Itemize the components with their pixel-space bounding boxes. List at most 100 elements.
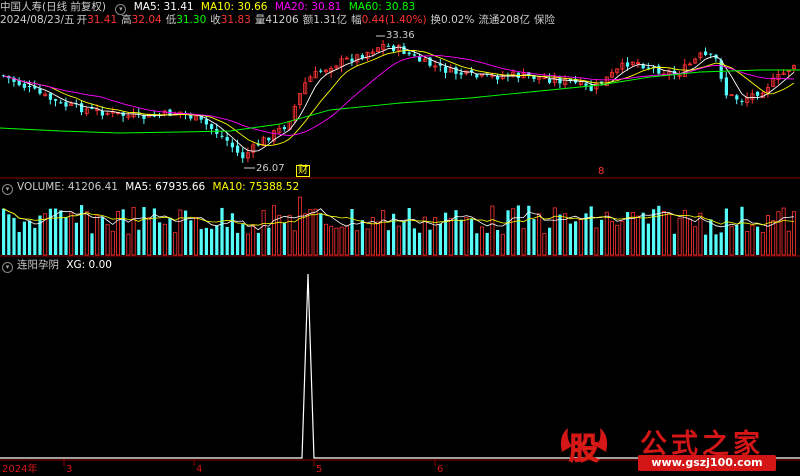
volume-bar <box>511 208 516 256</box>
volume-bar <box>313 208 318 256</box>
volume-bar <box>662 210 667 256</box>
volume-bar <box>297 196 302 256</box>
volume-bar <box>709 219 713 255</box>
xaxis-month-4: 4 <box>196 464 203 475</box>
volume-bar <box>7 214 11 255</box>
candle-body <box>100 110 104 116</box>
volume-bar <box>506 210 510 255</box>
candle-body <box>225 137 229 141</box>
xaxis-month-3: 3 <box>66 464 73 475</box>
volume-bar <box>225 226 229 255</box>
volume-bar <box>69 212 74 256</box>
volume-bar <box>693 226 698 256</box>
volume-bar <box>168 217 172 255</box>
candle-body <box>80 103 84 113</box>
volume-bar <box>490 205 495 256</box>
candle-body <box>59 102 63 104</box>
volume-bar <box>64 216 68 255</box>
volume-bar <box>199 229 203 255</box>
volume-bar <box>448 217 453 256</box>
candle-body <box>54 99 58 101</box>
volume-bar <box>147 217 152 256</box>
candle-body <box>282 126 286 130</box>
indicator-settings-icon[interactable]: ▾ <box>2 262 13 273</box>
candle-body <box>719 60 723 79</box>
volume-ma10: MA10: 75388.52 <box>212 181 300 193</box>
volume-bar <box>771 220 776 256</box>
volume-bar <box>464 216 469 256</box>
volume-bar <box>350 209 354 255</box>
watermark-url: www.gszj100.com <box>638 455 776 471</box>
volume-bar <box>131 207 136 256</box>
ma5-line <box>3 46 795 152</box>
volume-bar <box>500 233 505 256</box>
volume-bar <box>740 206 744 255</box>
volume-bar <box>22 221 26 255</box>
volume-bar <box>786 230 791 256</box>
event-marker[interactable]: 8 <box>598 165 604 178</box>
volume-bar <box>84 211 89 256</box>
volume-bar <box>558 214 562 255</box>
volume-bar <box>704 234 708 255</box>
volume-bar <box>714 234 718 255</box>
volume-bar <box>745 231 750 256</box>
candle-body <box>350 58 354 62</box>
volume-bar <box>470 219 474 255</box>
volume-bar <box>792 211 797 256</box>
finance-marker[interactable]: 财 <box>296 165 310 177</box>
kline-chart[interactable] <box>0 0 800 476</box>
high-price-mark: 33.36 <box>386 30 415 41</box>
volume-bar <box>292 230 297 256</box>
ma60-line <box>0 69 800 134</box>
volume-bar <box>548 227 552 255</box>
volume-bar <box>459 219 463 255</box>
volume-bar <box>344 225 349 256</box>
volume-bar <box>158 222 162 255</box>
indicator-xg: XG: 0.00 <box>66 259 112 271</box>
volume-bar <box>724 208 728 255</box>
volume-bar <box>365 228 370 256</box>
volume-bar <box>781 207 786 256</box>
volume-bar <box>271 205 276 256</box>
volume-bar <box>48 208 52 255</box>
candle-body <box>204 119 208 125</box>
candle-body <box>220 135 224 137</box>
candle-body <box>558 77 562 84</box>
ma10-line <box>3 49 795 147</box>
volume-bar <box>370 217 375 256</box>
volume-bar <box>308 209 313 256</box>
candle-body <box>724 77 728 96</box>
candle-body <box>459 72 463 75</box>
volume-bar <box>433 217 438 256</box>
volume-bar <box>215 225 219 255</box>
volume-bar <box>537 213 542 256</box>
watermark-logo: 股 <box>556 422 612 468</box>
candle-body <box>230 142 234 148</box>
volume-settings-icon[interactable]: ▾ <box>2 184 13 195</box>
volume-bar <box>277 214 282 256</box>
candle-body <box>236 145 240 153</box>
candle-body <box>28 85 32 87</box>
volume-bar <box>604 211 609 256</box>
volume-bar <box>418 232 422 255</box>
volume-bar <box>396 225 401 256</box>
candle-body <box>444 66 448 73</box>
volume-ma5: MA5: 67935.66 <box>125 181 206 193</box>
volume-bar <box>698 212 703 256</box>
volume-bar <box>677 217 682 256</box>
volume-bar <box>2 208 6 255</box>
volume-bar <box>230 213 234 255</box>
volume-bar <box>303 213 308 256</box>
volume-bar <box>162 223 167 256</box>
candle-body <box>548 78 552 83</box>
volume-bar <box>620 220 625 256</box>
xaxis-month-6: 6 <box>437 464 444 475</box>
volume-bar <box>646 223 650 255</box>
volume-bar <box>542 233 547 256</box>
candle-body <box>584 83 588 86</box>
volume-bar <box>667 212 672 256</box>
volume-bar <box>776 211 781 256</box>
volume-bar <box>116 211 121 256</box>
volume-bar <box>126 233 131 256</box>
candle-body <box>646 67 650 69</box>
